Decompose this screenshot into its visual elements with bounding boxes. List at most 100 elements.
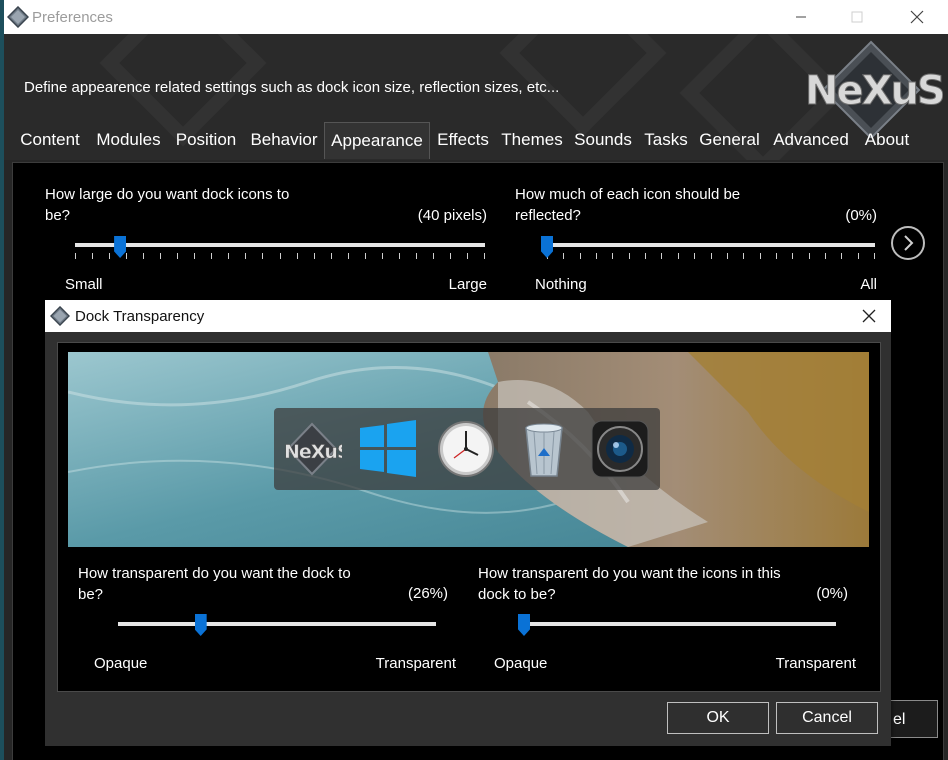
dialog-title: Dock Transparency: [75, 308, 205, 325]
slider-tick: [262, 253, 263, 259]
slider-tick: [382, 253, 383, 259]
reflection-question: How much of each icon should be reflecte…: [515, 186, 741, 224]
icon-size-slider-track[interactable]: [75, 243, 485, 247]
icon-transparency-question: How transparent do you want the icons in…: [478, 565, 781, 603]
icon-size-question: How large do you want dock icons to be?: [45, 186, 290, 224]
slider-tick: [612, 253, 613, 259]
window-title: Preferences: [32, 9, 113, 26]
next-page-button[interactable]: [891, 226, 925, 260]
tab-content[interactable]: Content: [10, 124, 90, 156]
recycle-bin-icon: [514, 418, 574, 480]
reflection-slider-track[interactable]: [547, 243, 875, 247]
slider-tick: [348, 253, 349, 259]
icon-transparency-slider-thumb[interactable]: [518, 614, 530, 636]
dock-transparency-slider-track[interactable]: [118, 622, 436, 626]
dock-transparency-min-label: Opaque: [94, 655, 148, 672]
slider-tick: [661, 253, 662, 259]
dock-transparency-dialog: Dock Transparency NeXu How transparent d…: [45, 300, 891, 746]
svg-text:NeXuS: NeXuS: [805, 68, 943, 114]
reflection-max-label: All: [860, 276, 877, 293]
slider-tick: [331, 253, 332, 259]
tab-modules[interactable]: Modules: [91, 124, 166, 156]
dock-transparency-question: How transparent do you want the dock to …: [78, 565, 351, 603]
slider-tick: [450, 253, 451, 259]
slider-tick: [126, 253, 127, 259]
close-button[interactable]: [894, 0, 940, 34]
app-icon: [6, 5, 30, 33]
slider-tick: [399, 253, 400, 259]
chevron-right-icon: [904, 235, 914, 251]
icon-size-value: (40 pixels): [417, 207, 487, 224]
dock-transparency-max-label: Transparent: [375, 655, 456, 672]
dock-transparency-slider-thumb[interactable]: [194, 614, 207, 636]
icon-transparency-min-label: Opaque: [494, 655, 548, 672]
maximize-icon: [851, 11, 863, 23]
cancel-button[interactable]: Cancel: [776, 702, 878, 734]
tab-advanced[interactable]: Advanced: [769, 124, 853, 156]
icon-transparency-slider-track[interactable]: [524, 622, 836, 626]
slider-tick: [177, 253, 178, 259]
minimize-icon: [796, 16, 806, 18]
slider-tick: [109, 253, 110, 259]
tab-general[interactable]: General: [696, 124, 763, 156]
tab-sounds[interactable]: Sounds: [570, 124, 636, 156]
slider-tick: [280, 253, 281, 259]
slider-tick: [416, 253, 417, 259]
tab-position[interactable]: Position: [170, 124, 242, 156]
page-description: Define appearence related settings such …: [24, 79, 560, 96]
tab-about[interactable]: About: [859, 124, 915, 156]
header-banner: Define appearence related settings such …: [4, 34, 948, 160]
slider-tick: [467, 253, 468, 259]
windows-logo-icon: [358, 418, 418, 480]
close-icon: [862, 309, 876, 323]
slider-tick: [711, 253, 712, 259]
slider-tick: [792, 253, 793, 259]
slider-tick: [433, 253, 434, 259]
slider-tick: [825, 253, 826, 259]
slider-tick: [194, 253, 195, 259]
slider-tick: [694, 253, 695, 259]
maximize-button[interactable]: [834, 0, 880, 34]
reflection-slider-ticks: [547, 253, 875, 261]
slider-tick: [92, 253, 93, 259]
slider-tick: [314, 253, 315, 259]
slider-tick: [297, 253, 298, 259]
tab-bar: Content Modules Position Behavior Appear…: [4, 122, 948, 159]
slider-tick: [365, 253, 366, 259]
slider-tick: [760, 253, 761, 259]
dialog-title-bar: Dock Transparency: [45, 300, 891, 332]
slider-tick: [841, 253, 842, 259]
icon-size-min-label: Small: [65, 276, 103, 293]
icon-transparency-value: (0%): [816, 585, 848, 602]
icon-transparency-max-label: Transparent: [775, 655, 856, 672]
app-icon: [49, 305, 71, 331]
slider-tick: [629, 253, 630, 259]
ok-button[interactable]: OK: [667, 702, 769, 734]
dock-preview: NeXuS: [68, 352, 869, 547]
icon-size-max-label: Large: [448, 276, 487, 293]
icon-size-slider-ticks: [75, 253, 485, 261]
slider-tick: [874, 253, 875, 259]
minimize-button[interactable]: [778, 0, 824, 34]
slider-tick: [143, 253, 144, 259]
slider-tick: [75, 253, 76, 259]
slider-tick: [580, 253, 581, 259]
slider-tick: [809, 253, 810, 259]
tab-appearance[interactable]: Appearance: [324, 122, 430, 159]
dialog-panel: NeXuS How transparent do you want the do…: [57, 342, 881, 692]
slider-tick: [596, 253, 597, 259]
tab-themes[interactable]: Themes: [497, 124, 567, 156]
tab-tasks[interactable]: Tasks: [641, 124, 691, 156]
slider-tick: [563, 253, 564, 259]
tab-effects[interactable]: Effects: [432, 124, 494, 156]
title-bar: Preferences: [4, 0, 948, 34]
slider-tick: [228, 253, 229, 259]
slider-tick: [160, 253, 161, 259]
reflection-value: (0%): [845, 207, 877, 224]
tab-behavior[interactable]: Behavior: [246, 124, 322, 156]
slider-tick: [858, 253, 859, 259]
reflection-min-label: Nothing: [535, 276, 587, 293]
nexus-logo-icon: NeXuS: [282, 418, 351, 480]
dialog-close-button[interactable]: [847, 300, 891, 332]
camera-icon: [590, 418, 650, 480]
